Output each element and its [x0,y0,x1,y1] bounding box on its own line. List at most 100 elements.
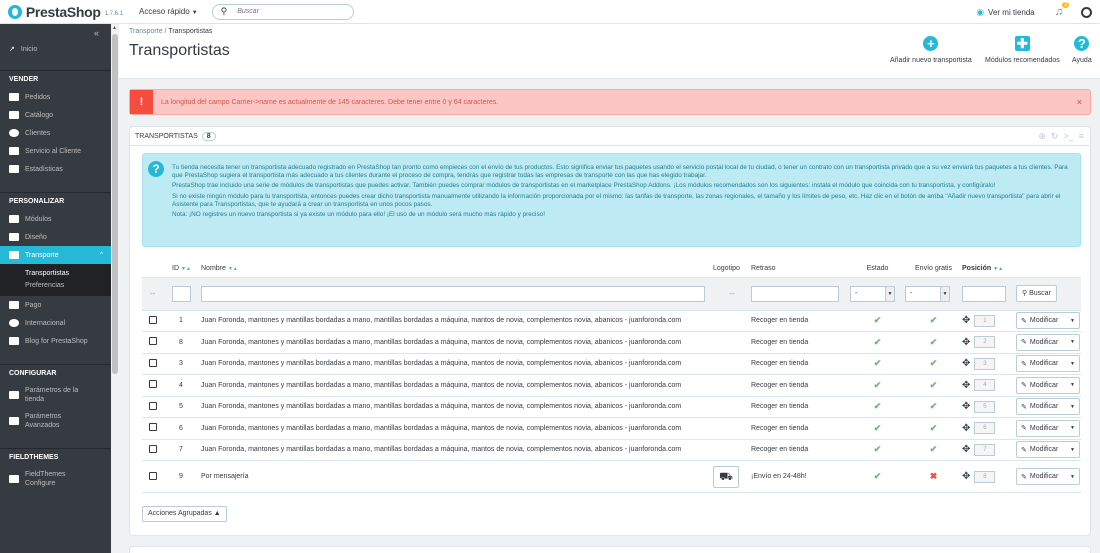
status-toggle-icon[interactable]: ✔ [874,471,882,481]
drag-handle-icon[interactable]: ✥ [962,358,970,369]
free-shipping-toggle-icon[interactable]: ✔ [930,380,938,390]
add-icon[interactable]: ⊕ [1038,131,1046,142]
notifications-button[interactable]: ♫ 3 [1055,2,1069,18]
sidebar-item-parametros-avanzados[interactable]: Parámetros Avanzados [0,408,111,434]
sidebar-subitem-transportistas[interactable]: Transportistas [0,268,111,280]
edit-button[interactable]: ✎ Modificar ▼ [1016,376,1080,394]
caret-down-icon[interactable]: ▼ [1070,447,1075,453]
help-button[interactable]: ? Ayuda [1072,36,1092,64]
filter-id-input[interactable] [172,285,191,302]
sidebar-item-modulos[interactable]: Módulos [0,210,111,228]
sort-icon[interactable]: ▼▲ [181,266,191,272]
free-shipping-toggle-icon[interactable]: ✔ [930,358,938,368]
table-row[interactable]: 1 Juan Foronda, mantones y mantillas bord… [142,310,1081,332]
add-carrier-button[interactable]: + Añadir nuevo transportista [890,36,972,64]
drag-handle-icon[interactable]: ✥ [962,401,970,412]
drag-handle-icon[interactable]: ✥ [962,337,970,348]
breadcrumb-parent[interactable]: Transporte [129,28,163,35]
edit-button[interactable]: ✎ Modificar ▼ [1016,468,1080,485]
table-row[interactable]: 8 Juan Foronda, mantones y mantillas bord… [142,331,1081,354]
table-row[interactable]: 4 Juan Foronda, mantones y mantillas bord… [142,374,1081,397]
edit-button[interactable]: ✎ Modificar ▼ [1016,441,1080,459]
row-checkbox[interactable] [149,358,157,367]
sidebar-item-inicio[interactable]: ↗ Inicio [0,42,111,56]
free-shipping-toggle-icon[interactable]: ✔ [930,444,938,454]
drag-handle-icon[interactable]: ✥ [962,423,970,434]
caret-down-icon[interactable]: ▼ [1070,382,1075,388]
scroll-up-icon[interactable]: ▲ [112,25,117,31]
view-shop-link[interactable]: ◉ Ver mi tienda [976,7,1035,18]
sidebar-item-catalogo[interactable]: Catálogo [0,106,111,124]
sidebar-item-servicio-cliente[interactable]: Servicio al Cliente [0,142,111,160]
drag-handle-icon[interactable]: ✥ [962,471,970,482]
sort-icon[interactable]: ▼▲ [228,266,238,272]
filter-status-select[interactable]: - ▼ [850,285,895,302]
search-input[interactable] [237,8,338,15]
sidebar-item-internacional[interactable]: Internacional [0,314,111,332]
caret-down-icon[interactable]: ▼ [1070,474,1075,480]
user-avatar-icon[interactable] [1081,6,1092,18]
sidebar-item-transporte[interactable]: Transporte ^ [0,246,111,264]
sidebar-scrollbar[interactable]: ▲ [111,24,119,553]
quick-access-dropdown[interactable]: Acceso rápido ▼ [139,7,198,16]
drag-handle-icon[interactable]: ✥ [962,444,970,455]
table-row[interactable]: 9 Por mensajería ⛟ ¡Envío en 24-48h! ✔ ✖ ✥ 8 ✎ Mo… [142,460,1081,493]
row-checkbox[interactable] [149,337,157,346]
free-shipping-toggle-icon[interactable]: ✔ [930,337,938,347]
free-shipping-toggle-icon[interactable]: ✔ [930,315,938,325]
edit-button[interactable]: ✎ Modificar ▼ [1016,355,1080,373]
edit-button[interactable]: ✎ Modificar ▼ [1016,312,1080,330]
table-row[interactable]: 3 Juan Foronda, mantones y mantillas bord… [142,353,1081,375]
prestashop-logo[interactable]: PrestaShop 1.7.6.1 [8,4,123,20]
row-checkbox[interactable] [149,423,157,432]
table-row[interactable]: 7 Juan Foronda, mantones y mantillas bord… [142,439,1081,461]
free-shipping-toggle-icon[interactable]: ✔ [930,423,938,433]
sidebar-item-estadisticas[interactable]: Estadísticas [0,160,111,178]
caret-down-icon[interactable]: ▼ [1070,318,1075,324]
table-row[interactable]: 5 Juan Foronda, mantones y mantillas bord… [142,396,1081,418]
status-toggle-icon[interactable]: ✔ [874,337,882,347]
col-header-name[interactable]: Nombre ▼▲ [201,261,713,277]
edit-button[interactable]: ✎ Modificar ▼ [1016,333,1080,351]
row-checkbox[interactable] [149,444,157,453]
drag-handle-icon[interactable]: ✥ [962,315,970,326]
collapse-sidebar-icon[interactable]: « [0,24,111,42]
search-button[interactable]: ⚲ Buscar [1016,285,1057,302]
bulk-actions-button[interactable]: Acciones Agrupadas ▲ [142,506,227,522]
drag-handle-icon[interactable]: ✥ [962,380,970,391]
caret-down-icon[interactable]: ▼ [1070,425,1075,431]
table-row[interactable]: 6 Juan Foronda, mantones y mantillas bord… [142,417,1081,440]
row-checkbox[interactable] [149,471,157,480]
sidebar-item-pago[interactable]: Pago [0,296,111,314]
sidebar-subitem-preferencias[interactable]: Preferencias [0,280,111,292]
row-checkbox[interactable] [149,380,157,389]
filter-name-input[interactable] [201,285,705,302]
caret-down-icon[interactable]: ▼ [1070,361,1075,367]
edit-button[interactable]: ✎ Modificar ▼ [1016,419,1080,437]
status-toggle-icon[interactable]: ✔ [874,380,882,390]
sidebar-item-diseno[interactable]: Diseño [0,228,111,246]
refresh-icon[interactable]: ↻ [1051,131,1059,142]
filter-position-input[interactable] [962,285,1006,302]
sidebar-item-blog[interactable]: Blog for PrestaShop [0,332,111,350]
search-box[interactable]: ⚲ [211,3,354,20]
edit-button[interactable]: ✎ Modificar ▼ [1016,398,1080,416]
close-icon[interactable]: × [1077,97,1082,107]
caret-down-icon[interactable]: ▼ [1070,339,1075,345]
free-shipping-toggle-icon[interactable]: ✔ [930,401,938,411]
status-toggle-icon[interactable]: ✔ [874,358,882,368]
status-toggle-icon[interactable]: ✔ [874,315,882,325]
col-header-id[interactable]: ID ▼▲ [172,261,201,277]
status-toggle-icon[interactable]: ✔ [874,444,882,454]
sidebar-item-parametros-tienda[interactable]: Parámetros de la tienda [0,382,111,408]
status-toggle-icon[interactable]: ✔ [874,401,882,411]
col-header-position[interactable]: Posición ▼▲ [962,261,1016,277]
recommended-modules-button[interactable]: ✚ Módulos recomendados [985,36,1060,64]
filter-delay-input[interactable] [751,285,839,302]
database-icon[interactable]: ≡ [1079,131,1084,142]
status-toggle-icon[interactable]: ✔ [874,423,882,433]
sidebar-item-pedidos[interactable]: Pedidos [0,88,111,106]
sidebar-item-fieldthemes[interactable]: FieldThemes Configure [0,466,111,492]
sort-icon[interactable]: ▼▲ [993,266,1003,272]
filter-free-select[interactable]: - ▼ [905,285,950,302]
